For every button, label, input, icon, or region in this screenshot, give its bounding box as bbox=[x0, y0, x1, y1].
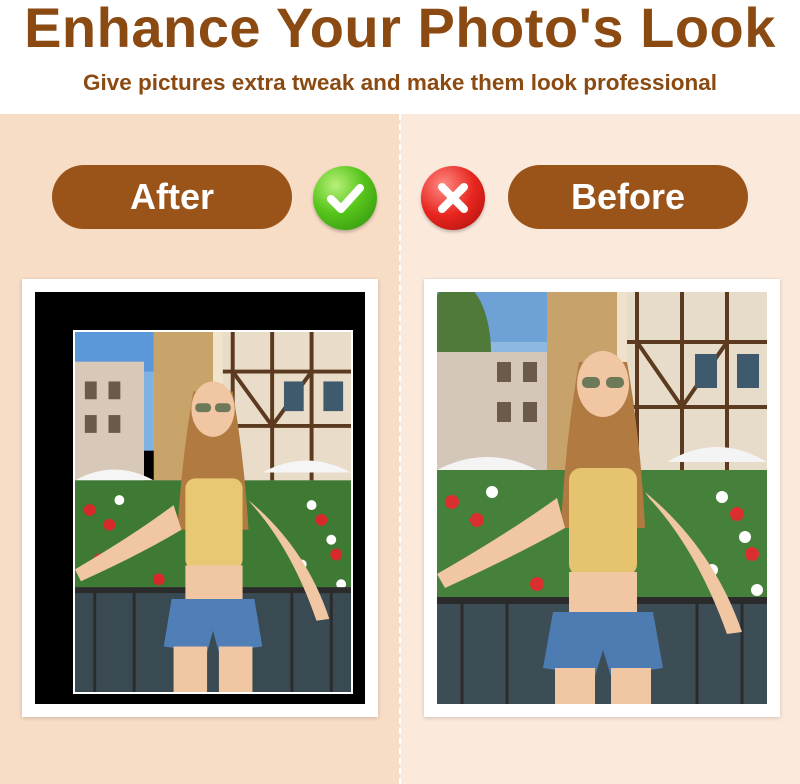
black-mat bbox=[35, 292, 365, 704]
before-label: Before bbox=[508, 165, 748, 229]
panel-divider bbox=[399, 114, 401, 784]
header: Enhance Your Photo's Look Give pictures … bbox=[0, 0, 800, 114]
subheadline: Give pictures extra tweak and make them … bbox=[83, 70, 717, 95]
headline: Enhance Your Photo's Look bbox=[24, 0, 776, 59]
x-mark-icon bbox=[421, 166, 485, 230]
after-photo bbox=[73, 330, 353, 694]
before-picture-frame bbox=[424, 279, 780, 717]
checkmark-icon bbox=[313, 166, 377, 230]
before-photo bbox=[437, 292, 767, 704]
after-picture-frame bbox=[22, 279, 378, 717]
after-label: After bbox=[52, 165, 292, 229]
